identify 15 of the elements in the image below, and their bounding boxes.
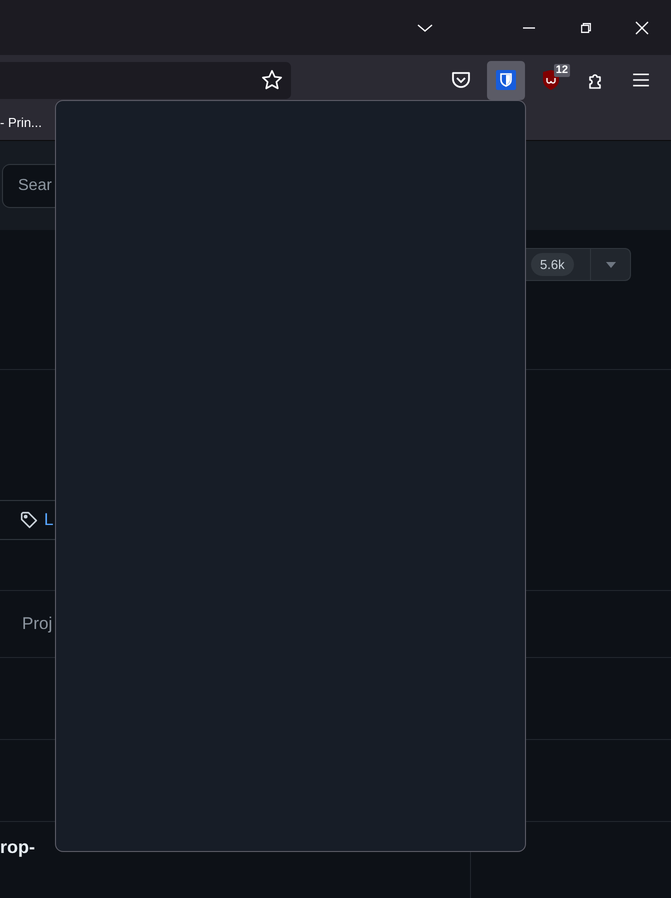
tag-icon (20, 511, 38, 529)
caret-icon (606, 262, 616, 268)
extension-button[interactable] (487, 60, 525, 100)
pocket-icon (451, 71, 471, 89)
count-badge: 12 (554, 64, 570, 76)
shield-icon (496, 70, 516, 90)
bookmark-item[interactable]: - Prin... (0, 115, 42, 130)
extension-button[interactable]: 12 (532, 60, 570, 100)
close-icon (634, 20, 650, 36)
nav-tab[interactable]: Proj (22, 614, 52, 634)
restore-icon (579, 20, 593, 34)
minimize-icon (522, 26, 536, 28)
repo-heading: rop- (0, 837, 35, 858)
star-count: 5.6k (531, 253, 574, 276)
menu-icon (632, 71, 650, 89)
